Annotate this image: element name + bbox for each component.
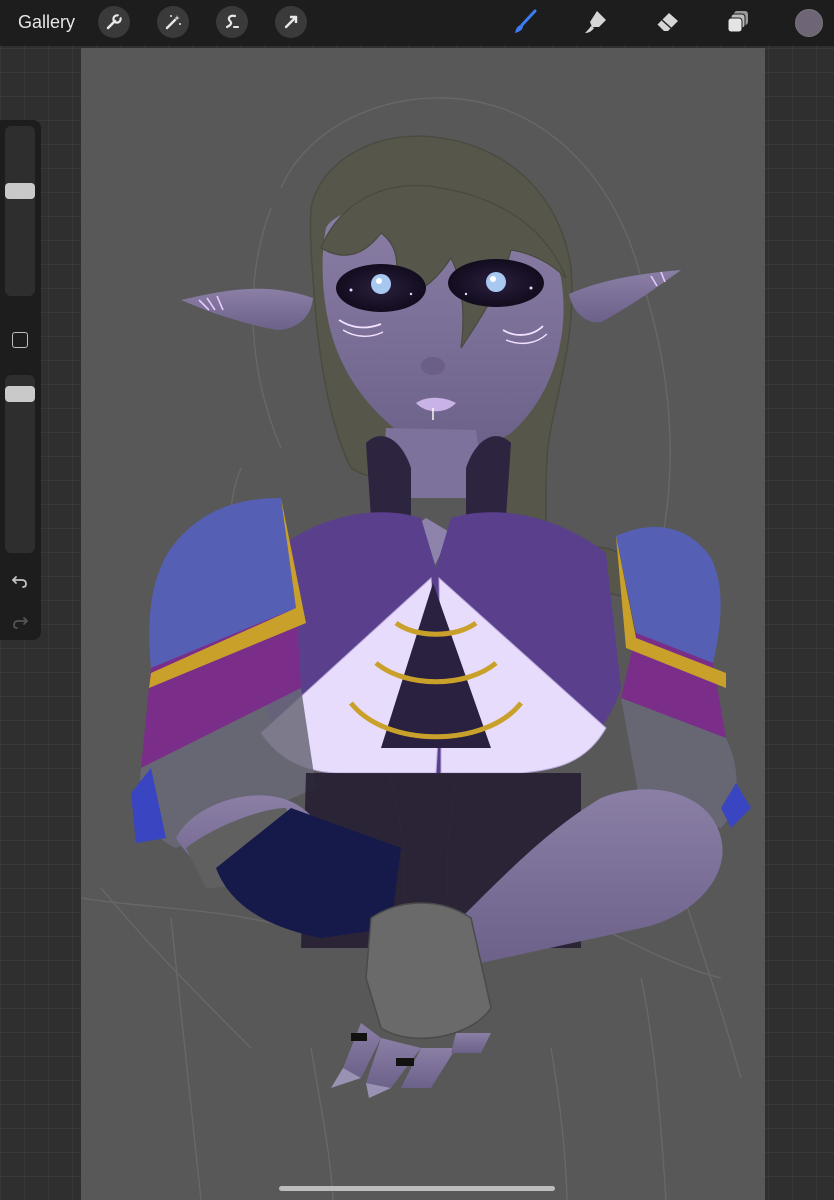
drawing-canvas[interactable] (81, 48, 765, 1200)
opacity-thumb[interactable] (5, 386, 35, 403)
magic-wand-icon[interactable] (157, 6, 189, 38)
left-ear (181, 288, 313, 330)
opacity-slider[interactable] (5, 375, 35, 553)
top-toolbar: Gallery (0, 0, 834, 46)
eyedropper-modify-button[interactable] (12, 332, 28, 348)
redo-icon[interactable] (10, 612, 30, 632)
gallery-button[interactable]: Gallery (18, 12, 75, 33)
right-ear (569, 270, 681, 323)
artwork-illustration (81, 97, 751, 1200)
wrench-icon[interactable] (98, 6, 130, 38)
brush-icon[interactable] (510, 7, 540, 37)
color-picker-swatch[interactable] (795, 9, 823, 37)
layers-icon[interactable] (723, 7, 753, 37)
transform-arrow-icon[interactable] (275, 6, 307, 38)
smudge-icon[interactable] (581, 7, 611, 37)
brush-size-slider[interactable] (5, 126, 35, 296)
home-indicator (279, 1186, 555, 1191)
selection-icon[interactable] (216, 6, 248, 38)
left-sidebar (0, 120, 41, 640)
undo-icon[interactable] (10, 571, 30, 591)
gloved-hand (365, 902, 492, 1040)
brush-size-thumb[interactable] (5, 182, 35, 199)
eraser-icon[interactable] (652, 7, 682, 37)
